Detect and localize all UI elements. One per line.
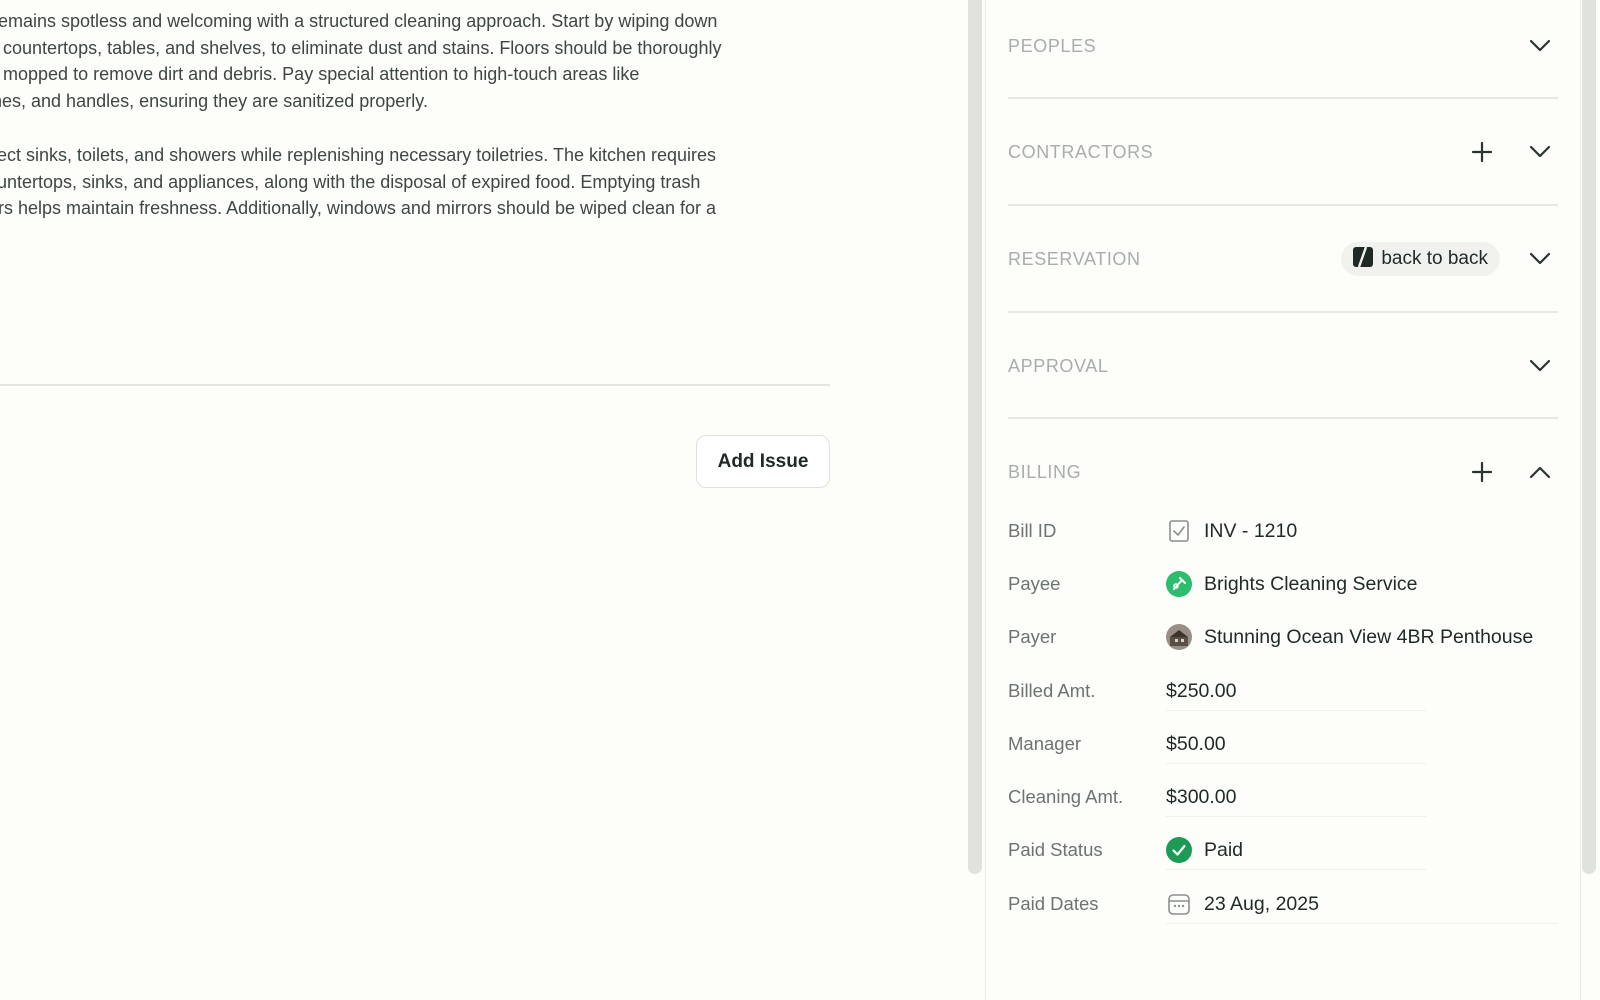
section-title: RESERVATION: [1008, 248, 1141, 269]
calendar-icon: [1166, 891, 1192, 917]
field-label: Billed Amt.: [1008, 680, 1096, 701]
billing-field-paid-status: Paid Status Paid: [1008, 830, 1558, 870]
description-line: ners helps maintain freshness. Additiona…: [0, 198, 717, 219]
chevron-down-icon[interactable]: [1522, 241, 1558, 277]
section-contractors-header[interactable]: CONTRACTORS: [1008, 132, 1558, 172]
check-circle-icon: [1166, 837, 1192, 863]
billing-field-billed-amt: Billed Amt. $250.00: [1008, 671, 1558, 711]
main-panel: y remains spotless and welcoming with a …: [0, 0, 966, 1000]
field-underline: [1166, 710, 1426, 711]
description-line: nd mopped to remove dirt and debris. Pay…: [0, 64, 640, 85]
section-approval-header[interactable]: APPROVAL: [1008, 346, 1558, 386]
field-value[interactable]: Brights Cleaning Service: [1204, 573, 1418, 596]
property-avatar: [1166, 624, 1192, 650]
field-label: Paid Status: [1008, 839, 1103, 860]
chevron-down-icon[interactable]: [1522, 28, 1558, 64]
field-label: Paid Dates: [1008, 893, 1099, 914]
chevron-up-icon[interactable]: [1522, 454, 1558, 490]
main-scrollbar[interactable]: [968, 0, 982, 874]
field-label: Bill ID: [1008, 520, 1057, 541]
field-value[interactable]: $300.00: [1166, 786, 1237, 809]
detail-scrollbar[interactable]: [1582, 0, 1596, 874]
field-value[interactable]: Stunning Ocean View 4BR Penthouse: [1204, 626, 1533, 649]
billing-field-payer: Payer Stunning Ocean View 4BR Penthouse: [1008, 617, 1558, 657]
field-value[interactable]: Paid: [1204, 839, 1243, 862]
back-to-back-icon: [1353, 246, 1374, 272]
description-line: y remains spotless and welcoming with a …: [0, 11, 718, 31]
section-reservation-header[interactable]: RESERVATION back to back: [1008, 239, 1558, 279]
field-underline: [1166, 923, 1558, 924]
field-value[interactable]: $250.00: [1166, 680, 1237, 703]
back-to-back-badge: back to back: [1341, 242, 1500, 276]
section-title: CONTRACTORS: [1008, 141, 1154, 162]
section-billing-header[interactable]: BILLING: [1008, 452, 1558, 492]
plus-icon[interactable]: [1464, 454, 1500, 490]
billing-field-bill-id: Bill ID INV - 1210: [1008, 511, 1558, 551]
field-label: Manager: [1008, 733, 1082, 754]
add-issue-button[interactable]: Add Issue: [696, 435, 830, 488]
billing-field-paid-dates: Paid Dates 23 Aug, 2025: [1008, 884, 1558, 924]
description-paragraph: y remains spotless and welcoming with a …: [0, 8, 830, 114]
description-line: countertops, sinks, and appliances, alon…: [0, 171, 701, 192]
description-line: ng countertops, tables, and shelves, to …: [0, 37, 722, 58]
section-title: APPROVAL: [1008, 355, 1109, 376]
field-label: Payer: [1008, 626, 1057, 647]
field-label: Cleaning Amt.: [1008, 786, 1124, 807]
main-divider: [0, 384, 830, 386]
section-divider: [1008, 311, 1558, 313]
description-paragraph: infect sinks, toilets, and showers while…: [0, 142, 830, 222]
chevron-down-icon[interactable]: [1522, 134, 1558, 170]
plus-icon[interactable]: [1464, 134, 1500, 170]
section-title: PEOPLES: [1008, 35, 1097, 56]
description-line: tches, and handles, ensuring they are sa…: [0, 90, 428, 111]
receipt-icon: [1166, 518, 1192, 544]
app-stage: y remains spotless and welcoming with a …: [0, 0, 1600, 1000]
field-value: INV - 1210: [1204, 519, 1298, 542]
field-underline: [1166, 816, 1426, 817]
billing-field-cleaning-amt: Cleaning Amt. $300.00: [1008, 777, 1558, 817]
field-value[interactable]: $50.00: [1166, 733, 1226, 756]
field-underline: [1166, 869, 1426, 870]
section-divider: [1008, 417, 1558, 419]
billing-field-manager: Manager $50.00: [1008, 724, 1558, 764]
section-divider: [1008, 97, 1558, 99]
billing-field-payee: Payee Brights Cleaning Service: [1008, 564, 1558, 604]
badge-label: back to back: [1381, 248, 1488, 269]
cleaning-service-avatar: [1166, 571, 1192, 597]
field-value[interactable]: 23 Aug, 2025: [1204, 893, 1319, 916]
field-label: Payee: [1008, 573, 1061, 594]
description-line: infect sinks, toilets, and showers while…: [0, 145, 717, 165]
chevron-down-icon[interactable]: [1522, 348, 1558, 384]
section-peoples-header[interactable]: PEOPLES: [1008, 26, 1558, 66]
field-underline: [1166, 763, 1426, 764]
section-title: BILLING: [1008, 461, 1082, 482]
section-divider: [1008, 204, 1558, 206]
